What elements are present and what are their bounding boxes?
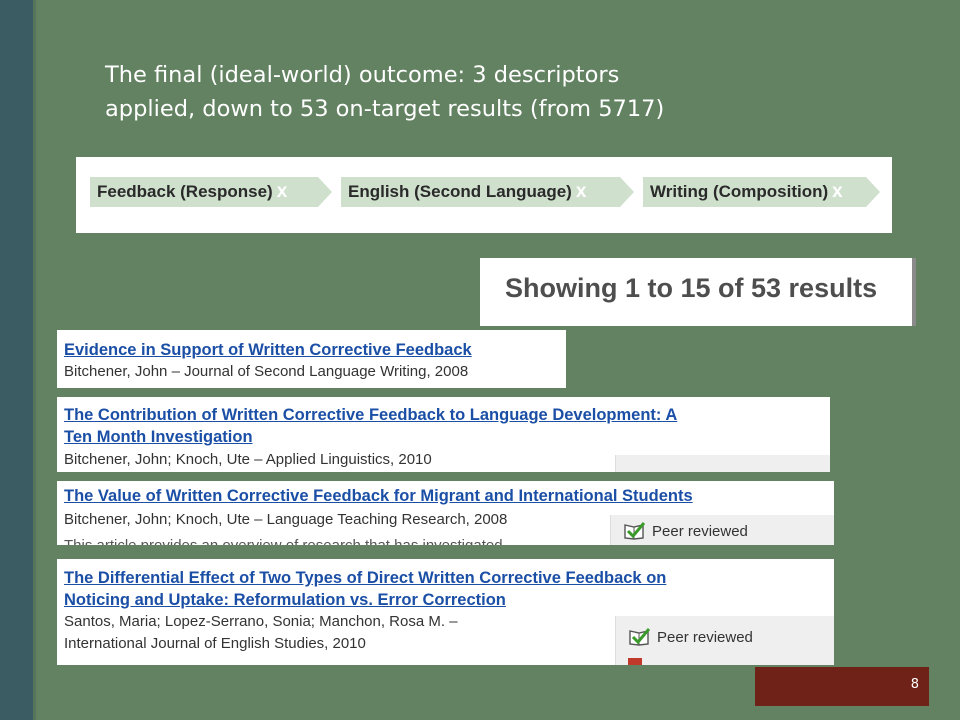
result-title-link-line-2[interactable]: Ten Month Investigation (64, 427, 253, 448)
result-title-link-line-2[interactable]: Noticing and Uptake: Reformulation vs. E… (64, 590, 506, 611)
remove-x-icon[interactable]: x (832, 181, 843, 202)
filter-chip-label: Feedback (Response) (97, 182, 273, 201)
side-panel (615, 455, 830, 472)
result-title-link[interactable]: The Value of Written Corrective Feedback… (64, 486, 834, 507)
result-snippet: This article provides an overview of res… (64, 537, 503, 545)
page-number-box: 8 (755, 667, 929, 706)
descriptor-filter-bar: Feedback (Response) x English (Second Lan… (76, 157, 892, 233)
peer-reviewed-check-icon (624, 522, 645, 540)
result-card-3: The Value of Written Corrective Feedback… (57, 481, 834, 545)
result-title-link[interactable]: The Contribution of Written Corrective F… (64, 405, 824, 426)
side-panel: Peer reviewed (610, 515, 834, 545)
panel-edge (912, 258, 916, 326)
page-number: 8 (910, 677, 919, 692)
result-card-4: The Differential Effect of Two Types of … (57, 559, 834, 665)
remove-x-icon[interactable]: x (576, 181, 587, 202)
filter-chip-label: Writing (Composition) (650, 182, 829, 201)
side-panel: Peer reviewed (615, 616, 834, 665)
filter-chip-english-second-language[interactable]: English (Second Language) x (341, 177, 634, 207)
slide-title-line-1: The final (ideal-world) outcome: 3 descr… (105, 62, 620, 88)
result-card-2: The Contribution of Written Corrective F… (57, 397, 830, 472)
results-count-panel: Showing 1 to 15 of 53 results (480, 258, 916, 326)
result-meta: Bitchener, John; Knoch, Ute – Language T… (64, 511, 508, 528)
results-count-text: Showing 1 to 15 of 53 results (505, 273, 878, 303)
peer-reviewed-badge: Peer reviewed (623, 522, 748, 540)
result-title-link[interactable]: The Differential Effect of Two Types of … (64, 568, 834, 589)
remove-x-icon[interactable]: x (277, 181, 288, 202)
result-meta: Santos, Maria; Lopez-Serrano, Sonia; Man… (64, 613, 458, 630)
peer-reviewed-badge: Peer reviewed (628, 628, 753, 646)
filter-chip-label: English (Second Language) (348, 182, 572, 201)
pdf-icon (628, 658, 642, 665)
slide-title: The final (ideal-world) outcome: 3 descr… (105, 58, 805, 126)
slide-title-line-2: applied, down to 53 on-target results (f… (105, 96, 665, 122)
filter-chip-feedback[interactable]: Feedback (Response) x (90, 177, 332, 207)
result-card-1: Evidence in Support of Written Correctiv… (57, 330, 566, 388)
peer-reviewed-label: Peer reviewed (657, 628, 753, 646)
peer-reviewed-check-icon (629, 628, 650, 646)
filter-chip-writing-composition[interactable]: Writing (Composition) x (643, 177, 880, 207)
left-band-edge (33, 0, 36, 720)
result-meta: Bitchener, John – Journal of Second Lang… (64, 363, 469, 380)
result-title-link[interactable]: Evidence in Support of Written Correctiv… (64, 340, 472, 361)
left-band (0, 0, 33, 720)
result-meta: Bitchener, John; Knoch, Ute – Applied Li… (64, 451, 432, 468)
peer-reviewed-label: Peer reviewed (652, 522, 748, 540)
result-meta-line-2: International Journal of English Studies… (64, 635, 366, 652)
